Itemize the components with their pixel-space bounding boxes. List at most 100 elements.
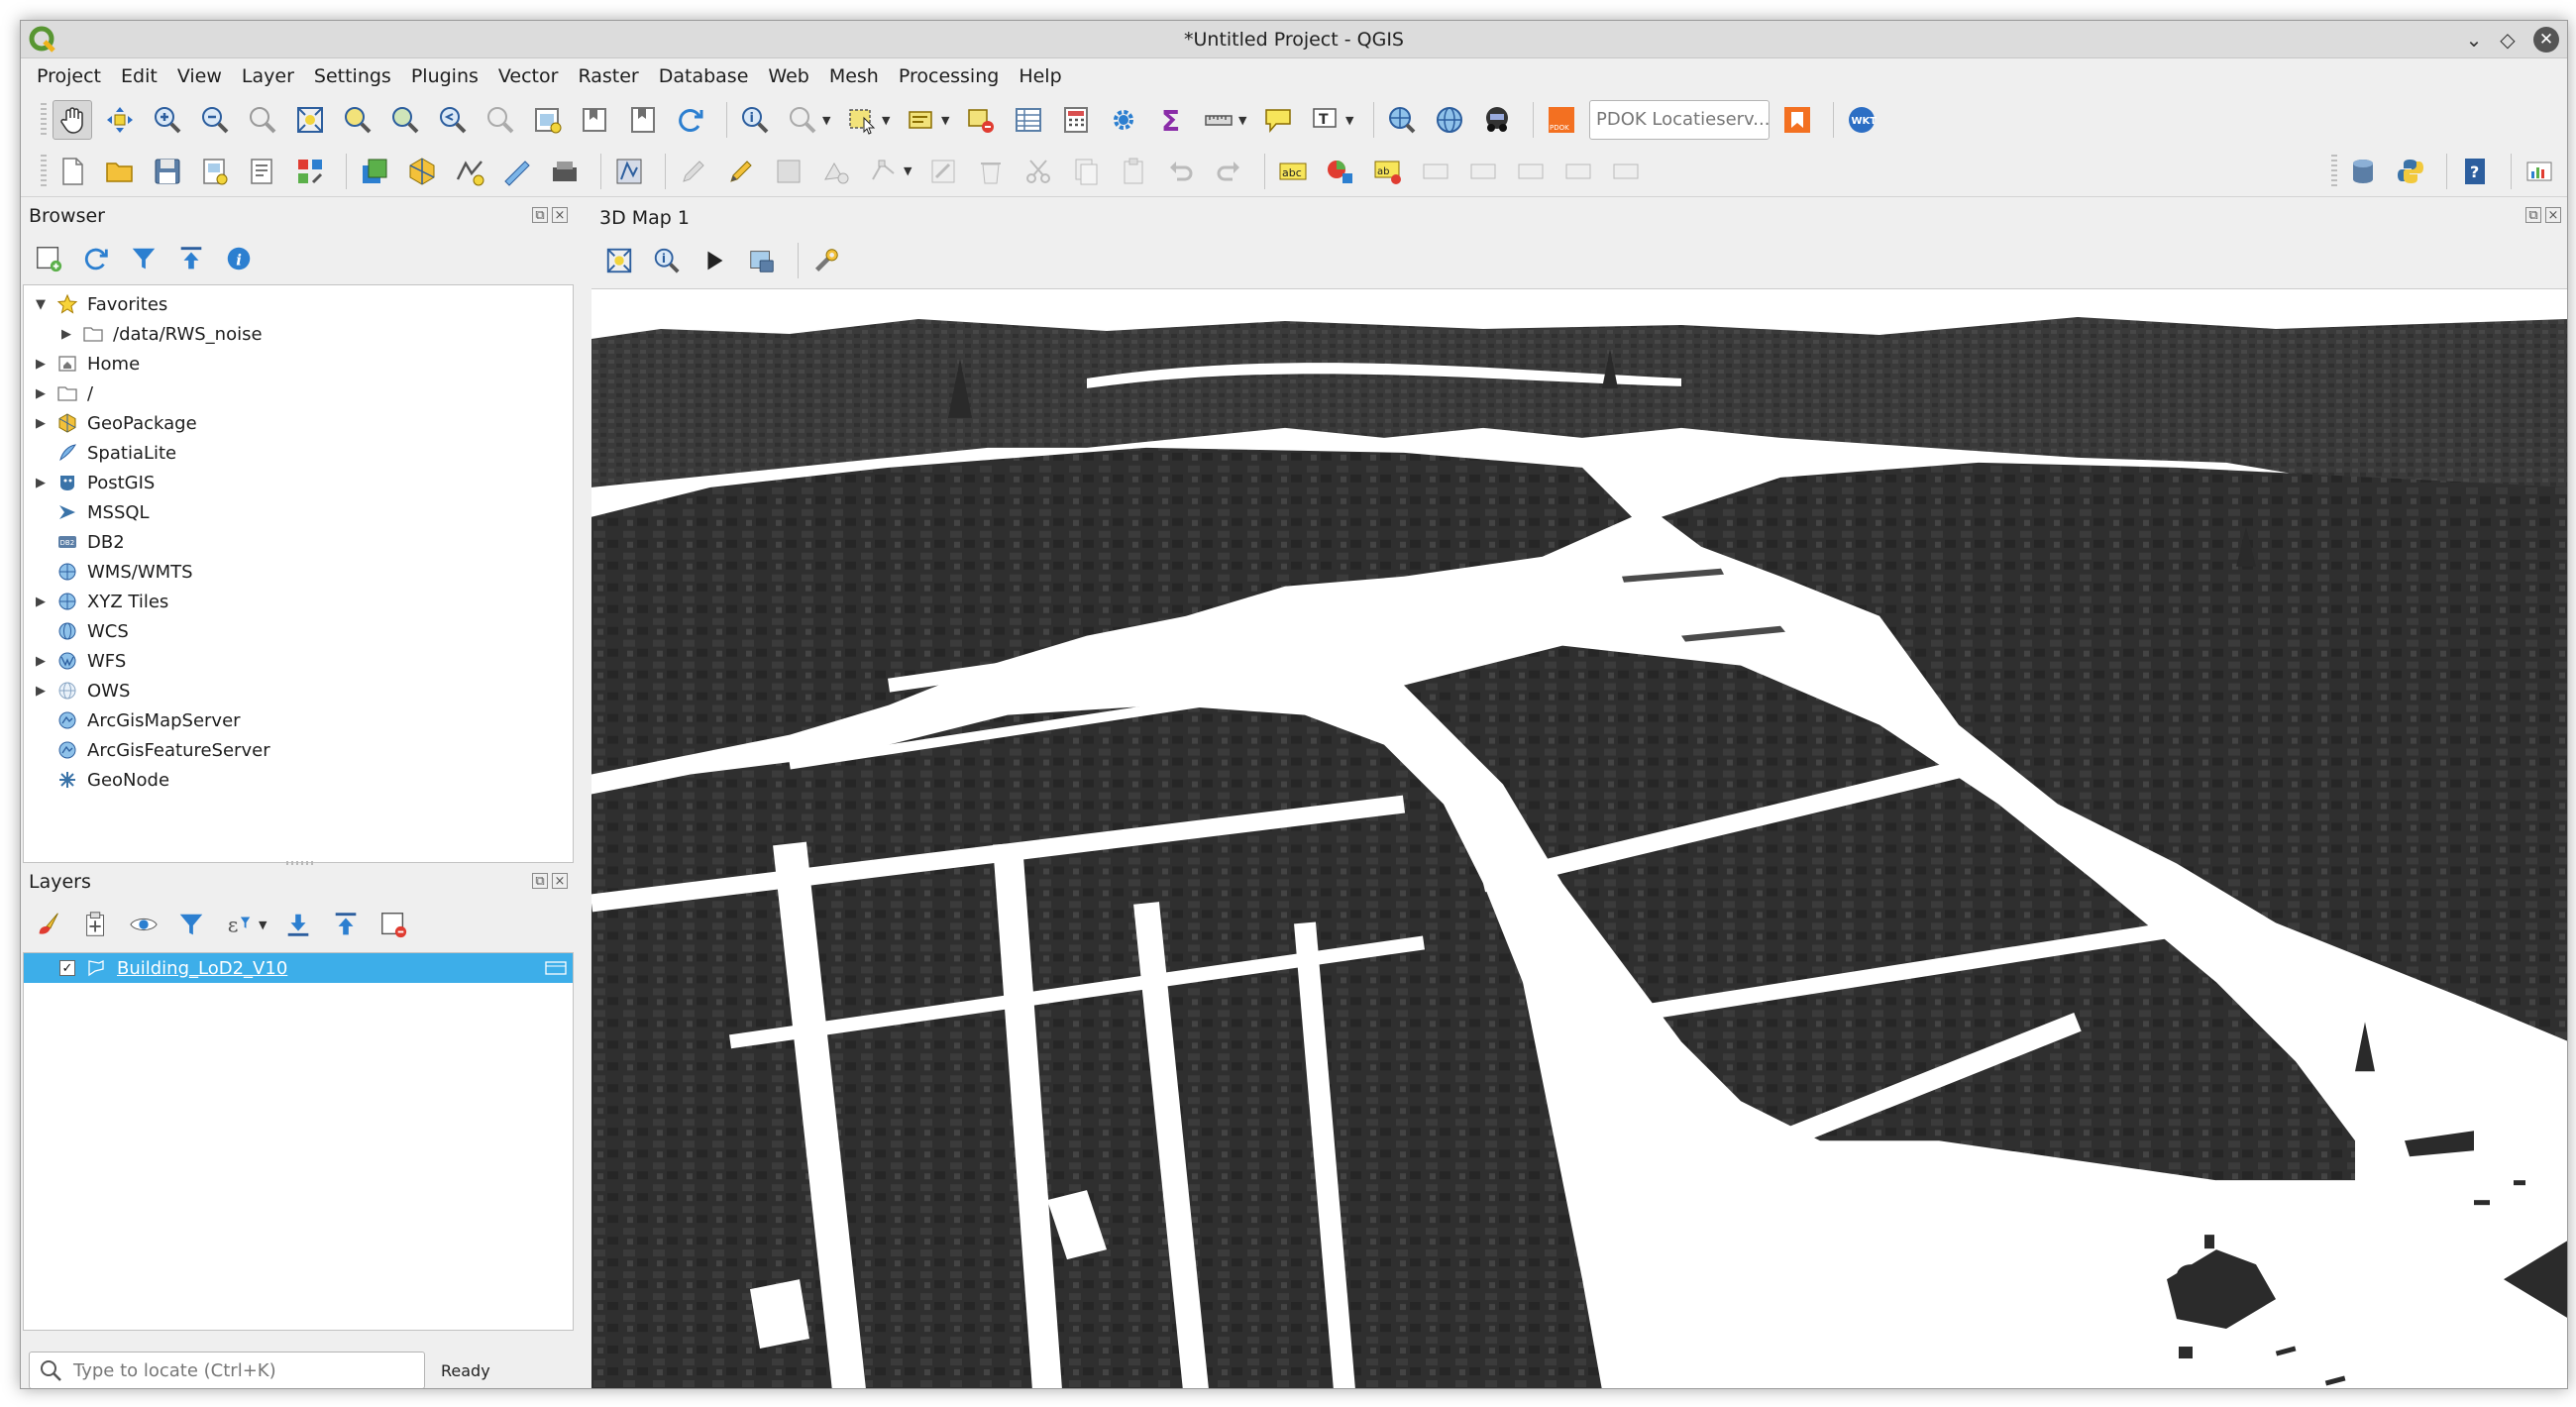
layer-item-building-lod2[interactable]: ✓ Building_LoD2_V10 xyxy=(24,953,573,983)
show-hide-labels-button[interactable] xyxy=(1606,152,1646,191)
open-layer-styling-button[interactable] xyxy=(29,905,68,944)
minimize-icon[interactable]: ⌄ xyxy=(2460,26,2488,54)
layer-3d-indicator-icon[interactable] xyxy=(545,959,567,977)
identify-3d-button[interactable]: i xyxy=(647,241,687,280)
db-manager-button[interactable] xyxy=(2343,152,2383,191)
map-tips-button[interactable] xyxy=(1258,100,1298,140)
identify-features-button[interactable]: i xyxy=(735,100,775,140)
pan-map-button[interactable] xyxy=(53,100,92,140)
chevron-right-icon[interactable]: ▶ xyxy=(30,595,52,609)
statistical-summary-button[interactable]: Σ xyxy=(1151,100,1191,140)
pin-unpin-labels-button[interactable]: ab xyxy=(1368,152,1408,191)
highlight-pinned-labels-button[interactable] xyxy=(1416,152,1455,191)
close-panel-icon[interactable]: × xyxy=(552,207,568,223)
layer-visibility-checkbox[interactable]: ✓ xyxy=(59,960,75,976)
toolbar-grip[interactable] xyxy=(2331,154,2337,188)
move-label-button[interactable] xyxy=(1463,152,1503,191)
close-icon[interactable]: ✕ xyxy=(2533,27,2559,53)
chevron-down-icon[interactable]: ▼ xyxy=(259,919,270,931)
vertex-tool-button[interactable] xyxy=(864,152,904,191)
city-3d-render[interactable] xyxy=(591,289,2568,1389)
open-field-calculator-button[interactable] xyxy=(1056,100,1096,140)
chevron-down-icon[interactable]: ▼ xyxy=(822,114,834,127)
browser-item-geonode[interactable]: GeoNode xyxy=(30,765,169,795)
collapse-all-button[interactable] xyxy=(326,905,366,944)
browser-item-wcs[interactable]: WCS xyxy=(30,616,129,646)
browser-item-ows[interactable]: ▶ OWS xyxy=(30,676,130,705)
animation-play-button[interactable] xyxy=(695,241,734,280)
pdok-locator-input[interactable]: PDOK Locatieserv... xyxy=(1589,100,1770,140)
browser-item-wms[interactable]: WMS/WMTS xyxy=(30,557,193,587)
processing-toolbox-button[interactable] xyxy=(1104,100,1143,140)
metasearch-button[interactable] xyxy=(1382,100,1422,140)
measure-line-button[interactable] xyxy=(1199,100,1238,140)
chevron-right-icon[interactable]: ▶ xyxy=(30,476,52,490)
layer-labeling-options-button[interactable]: abc xyxy=(1273,152,1313,191)
zoom-full-3d-button[interactable] xyxy=(599,241,639,280)
menu-web[interactable]: Web xyxy=(768,65,808,87)
chevron-right-icon[interactable]: ▶ xyxy=(55,327,77,342)
redo-button[interactable] xyxy=(1209,152,1248,191)
enable-properties-widget-button[interactable]: i xyxy=(219,239,259,278)
layout-manager-button[interactable] xyxy=(243,152,282,191)
chevron-right-icon[interactable]: ▶ xyxy=(30,684,52,699)
cut-features-button[interactable] xyxy=(1019,152,1058,191)
browser-item-home[interactable]: ▶ Home xyxy=(30,349,140,379)
zoom-to-layer-button[interactable] xyxy=(385,100,425,140)
add-group-button[interactable] xyxy=(76,905,116,944)
browser-item-arcgis-feature-server[interactable]: ArcGisFeatureServer xyxy=(30,735,270,765)
locator-search-input[interactable]: Type to locate (Ctrl+K) xyxy=(29,1352,425,1388)
browser-item-arcgis-map-server[interactable]: ArcGisMapServer xyxy=(30,705,241,735)
diagram-options-button[interactable] xyxy=(1321,152,1360,191)
toolbar-grip[interactable] xyxy=(41,103,47,137)
browser-item-root[interactable]: ▶ / xyxy=(30,379,93,408)
chevron-down-icon[interactable]: ▼ xyxy=(1345,114,1357,127)
text-annotation-button[interactable]: T xyxy=(1306,100,1345,140)
select-by-value-button[interactable] xyxy=(902,100,941,140)
toggle-editing-button[interactable] xyxy=(721,152,761,191)
save-as-image-button[interactable] xyxy=(742,241,782,280)
toolbar-grip[interactable] xyxy=(41,154,47,188)
chevron-down-icon[interactable]: ▼ xyxy=(941,114,953,127)
open-attribute-table-button[interactable] xyxy=(1009,100,1048,140)
float-panel-icon[interactable]: ⧉ xyxy=(532,207,548,223)
menu-help[interactable]: Help xyxy=(1019,65,1061,87)
help-contents-button[interactable]: ? xyxy=(2455,152,2495,191)
modify-attributes-button[interactable] xyxy=(923,152,963,191)
delete-selected-button[interactable] xyxy=(971,152,1011,191)
filter-by-expression-button[interactable]: ε xyxy=(219,905,259,944)
menu-processing[interactable]: Processing xyxy=(899,65,999,87)
chevron-right-icon[interactable]: ▶ xyxy=(30,386,52,401)
browser-item-db2[interactable]: DB2 DB2 xyxy=(30,527,125,557)
menu-plugins[interactable]: Plugins xyxy=(411,65,479,87)
new-bookmark-button[interactable] xyxy=(576,100,615,140)
paste-features-button[interactable] xyxy=(1114,152,1153,191)
digitizing-button[interactable] xyxy=(609,152,649,191)
zoom-full-button[interactable] xyxy=(290,100,330,140)
add-feature-button[interactable] xyxy=(816,152,856,191)
zoom-native-resolution-button[interactable] xyxy=(243,100,282,140)
select-features-button[interactable] xyxy=(842,100,882,140)
browser-item-spatialite[interactable]: SpatiaLite xyxy=(30,438,176,468)
pdok-bookmark-button[interactable] xyxy=(1777,100,1817,140)
run-feature-action-button[interactable] xyxy=(783,100,822,140)
browser-item-mssql[interactable]: MSSQL xyxy=(30,497,150,527)
chevron-down-icon[interactable]: ▼ xyxy=(904,164,915,177)
change-label-button[interactable] xyxy=(1558,152,1598,191)
plugin-car-button[interactable] xyxy=(1477,100,1517,140)
close-panel-icon[interactable]: × xyxy=(552,873,568,889)
refresh-button[interactable] xyxy=(671,100,710,140)
browser-item-postgis[interactable]: ▶ PostGIS xyxy=(30,468,155,497)
deselect-all-button[interactable] xyxy=(961,100,1001,140)
chevron-right-icon[interactable]: ▶ xyxy=(30,654,52,669)
plugin-raster-tool-button[interactable] xyxy=(2520,152,2559,191)
float-panel-icon[interactable]: ⧉ xyxy=(532,873,548,889)
add-selected-layers-button[interactable] xyxy=(29,239,68,278)
manage-map-themes-button[interactable] xyxy=(124,905,163,944)
filter-browser-button[interactable] xyxy=(124,239,163,278)
close-panel-icon[interactable]: × xyxy=(2545,207,2561,223)
menu-edit[interactable]: Edit xyxy=(121,65,158,87)
zoom-last-button[interactable] xyxy=(433,100,473,140)
menu-database[interactable]: Database xyxy=(659,65,749,87)
map3d-canvas[interactable] xyxy=(591,288,2568,1389)
